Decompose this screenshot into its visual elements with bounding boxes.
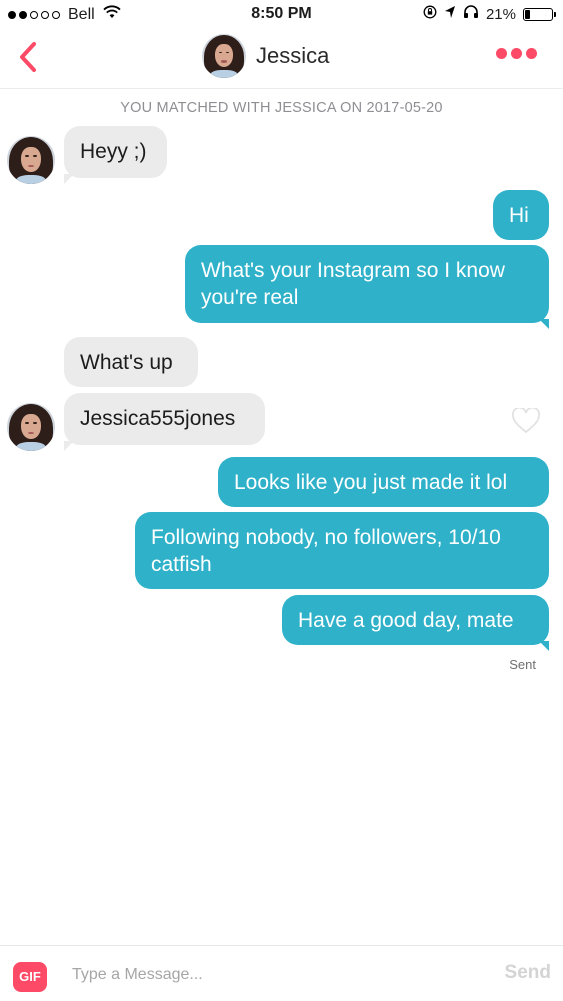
back-button[interactable] (14, 38, 44, 76)
avatar[interactable] (7, 403, 55, 451)
message-incoming: Heyy ;) (64, 126, 167, 184)
message-incoming: What's up (64, 337, 198, 387)
message-outgoing: Looks like you just made it lol (218, 457, 549, 507)
battery-icon (523, 7, 556, 21)
message-outgoing: Following nobody, no followers, 10/10 ca… (135, 512, 549, 589)
orientation-lock-icon (423, 5, 437, 23)
match-profile[interactable]: Jessica (202, 34, 329, 78)
sent-status: Sent (509, 657, 536, 672)
message-composer: GIF Send (0, 945, 563, 1001)
chevron-left-icon (20, 42, 36, 72)
status-right: 21% (423, 5, 556, 23)
match-name: Jessica (256, 43, 330, 68)
heart-outline-icon[interactable] (512, 406, 540, 434)
message-outgoing: Hi (493, 190, 549, 240)
message-input[interactable] (72, 960, 472, 990)
send-button[interactable]: Send (505, 962, 551, 984)
status-bar: Bell 8:50 PM 21% (0, 0, 563, 30)
avatar[interactable] (7, 136, 55, 184)
avatar (202, 34, 246, 78)
battery-tip (554, 11, 556, 17)
chat-header: Jessica (0, 30, 563, 89)
battery-fill (525, 9, 530, 19)
message-outgoing: Have a good day, mate (282, 595, 549, 651)
headphones-icon (463, 5, 479, 23)
message-outgoing: What's your Instagram so I know you're r… (185, 245, 549, 329)
battery-percent: 21% (485, 5, 516, 23)
more-dots-icon[interactable] (496, 48, 537, 59)
message-incoming: Jessica555jones (64, 393, 265, 451)
location-arrow-icon (444, 5, 456, 23)
gif-button[interactable]: GIF (13, 962, 47, 992)
match-date-label: YOU MATCHED WITH JESSICA ON 2017-05-20 (120, 100, 443, 116)
